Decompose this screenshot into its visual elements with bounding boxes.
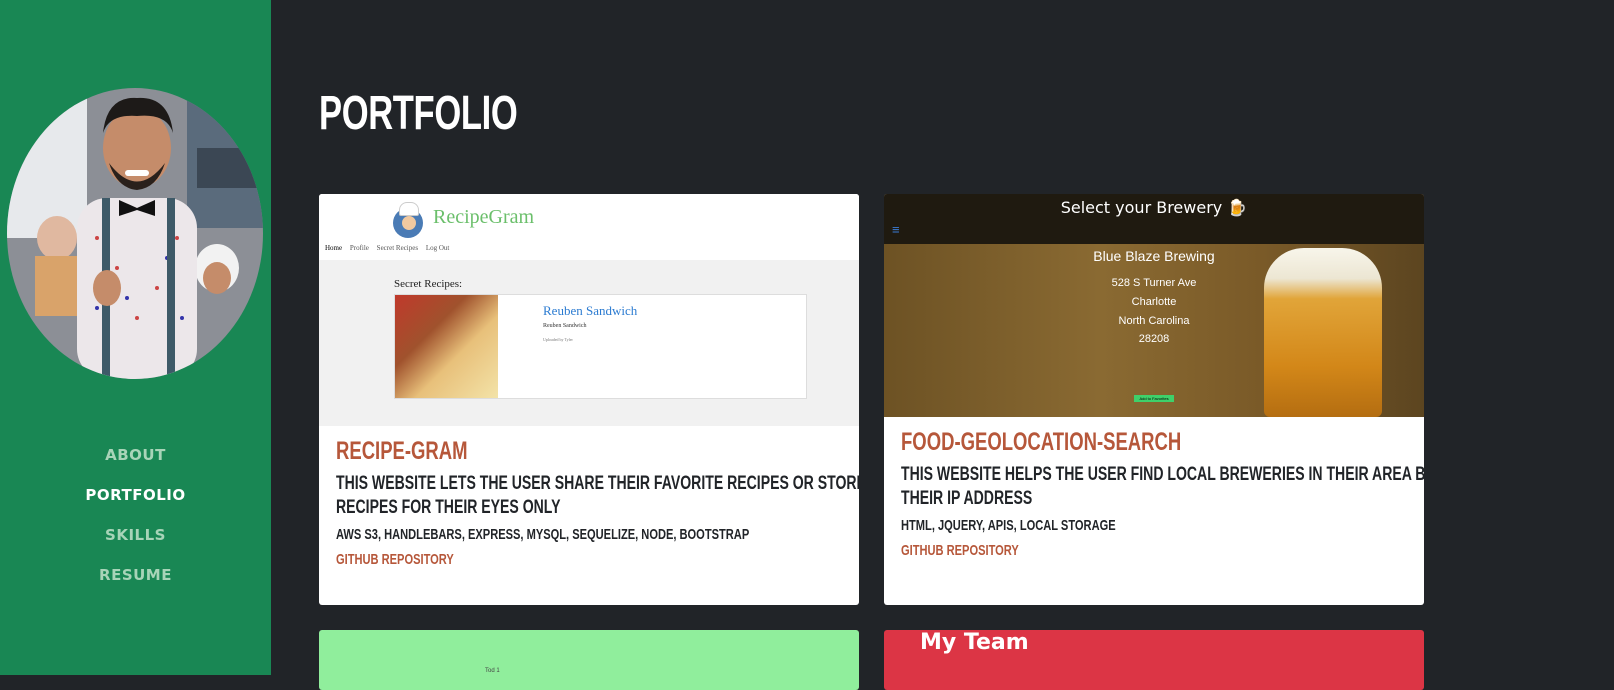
preview-header: Select your Brewery 🍺 ≡ bbox=[884, 194, 1424, 244]
preview-brand: RecipeGram bbox=[433, 206, 535, 228]
nav-skills[interactable]: SKILLS bbox=[0, 520, 271, 560]
project-card-partial-green[interactable]: Tod 1 bbox=[319, 630, 859, 690]
sidebar-nav: ABOUT PORTFOLIO SKILLS RESUME bbox=[0, 440, 271, 600]
nav-portfolio[interactable]: PORTFOLIO bbox=[0, 480, 271, 520]
avatar bbox=[7, 88, 263, 379]
card-body: RECIPE-GRAM THIS WEBSITE LETS THE USER S… bbox=[336, 434, 859, 571]
project-card-my-team[interactable]: My Team bbox=[884, 630, 1424, 690]
chef-face-icon bbox=[402, 216, 416, 230]
description-line: RECIPES FOR THEIR EYES ONLY bbox=[336, 497, 561, 518]
sandwich-photo bbox=[395, 295, 498, 398]
description-line: THIS WEBSITE HELPS THE USER FIND LOCAL B… bbox=[901, 464, 1424, 485]
project-title-link[interactable]: RECIPE-GRAM bbox=[336, 434, 468, 468]
preview-uploaded: Uploaded by Tyler bbox=[543, 337, 573, 342]
preview-header: RecipeGram Home Profile Secret Recipes L… bbox=[319, 194, 859, 260]
profile-photo bbox=[7, 88, 263, 379]
project-description: THIS WEBSITE LETS THE USER SHARE THEIR F… bbox=[336, 472, 859, 520]
preview-recipe-card: Reuben Sandwich Reuben Sandwich Uploaded… bbox=[394, 294, 807, 399]
preview-dish-title: Reuben Sandwich bbox=[543, 303, 638, 318]
brewery-street: 528 S Turner Ave bbox=[1111, 277, 1197, 289]
github-link[interactable]: GITHUB REPOSITORY bbox=[901, 540, 1019, 562]
description-line: THEIR IP ADDRESS bbox=[901, 488, 1033, 509]
page-title: PORTFOLIO bbox=[319, 87, 518, 140]
project-card-recipe-gram: RecipeGram Home Profile Secret Recipes L… bbox=[319, 194, 859, 605]
project-screenshot[interactable]: RecipeGram Home Profile Secret Recipes L… bbox=[319, 194, 859, 426]
preview-nav-item: Secret Recipes bbox=[376, 244, 419, 252]
nav-about[interactable]: ABOUT bbox=[0, 440, 271, 480]
project-tech: HTML, JQUERY, APIS, LOCAL STORAGE bbox=[901, 517, 1116, 534]
chef-hat-icon bbox=[399, 202, 419, 216]
preview-dish-sub: Reuben Sandwich bbox=[543, 323, 587, 329]
preview-nav-item: Home bbox=[325, 244, 343, 252]
card-body: FOOD-GEOLOCATION-SEARCH THIS WEBSITE HEL… bbox=[901, 425, 1424, 562]
project-title-link[interactable]: FOOD-GEOLOCATION-SEARCH bbox=[901, 425, 1181, 459]
preview-nav: Home Profile Secret Recipes Log Out bbox=[325, 244, 455, 252]
main-content: PORTFOLIO RecipeGram Home Profile Secret… bbox=[271, 0, 1614, 690]
sidebar: ABOUT PORTFOLIO SKILLS RESUME bbox=[0, 0, 271, 675]
brewery-state: North Carolina bbox=[1118, 315, 1190, 327]
project-card-food-geolocation: Select your Brewery 🍺 ≡ Blue Blaze Brewi… bbox=[884, 194, 1424, 605]
add-favorites-button: Add to Favorites bbox=[1134, 395, 1174, 402]
project-description: THIS WEBSITE HELPS THE USER FIND LOCAL B… bbox=[901, 463, 1424, 511]
brewery-city: Charlotte bbox=[1131, 296, 1177, 308]
brewery-zip: 28208 bbox=[1138, 333, 1170, 345]
preview-text: Tod 1 bbox=[485, 668, 500, 674]
description-line: THIS WEBSITE LETS THE USER SHARE THEIR F… bbox=[336, 473, 859, 494]
preview-nav-item: Log Out bbox=[425, 244, 450, 252]
github-link[interactable]: GITHUB REPOSITORY bbox=[336, 549, 454, 571]
brewery-name: Blue Blaze Brewing bbox=[1093, 248, 1215, 264]
preview-nav-item: Profile bbox=[349, 244, 369, 252]
preview-section-title: Secret Recipes: bbox=[394, 278, 463, 290]
preview-team-title: My Team bbox=[920, 630, 1029, 655]
preview-header-title: Select your Brewery 🍺 bbox=[1060, 198, 1248, 217]
project-screenshot[interactable]: Select your Brewery 🍺 ≡ Blue Blaze Brewi… bbox=[884, 194, 1424, 417]
project-tech: AWS S3, HANDLEBARS, EXPRESS, MYSQL, SEQU… bbox=[336, 526, 750, 543]
hamburger-menu-icon: ≡ bbox=[892, 222, 900, 237]
nav-resume[interactable]: RESUME bbox=[0, 560, 271, 600]
